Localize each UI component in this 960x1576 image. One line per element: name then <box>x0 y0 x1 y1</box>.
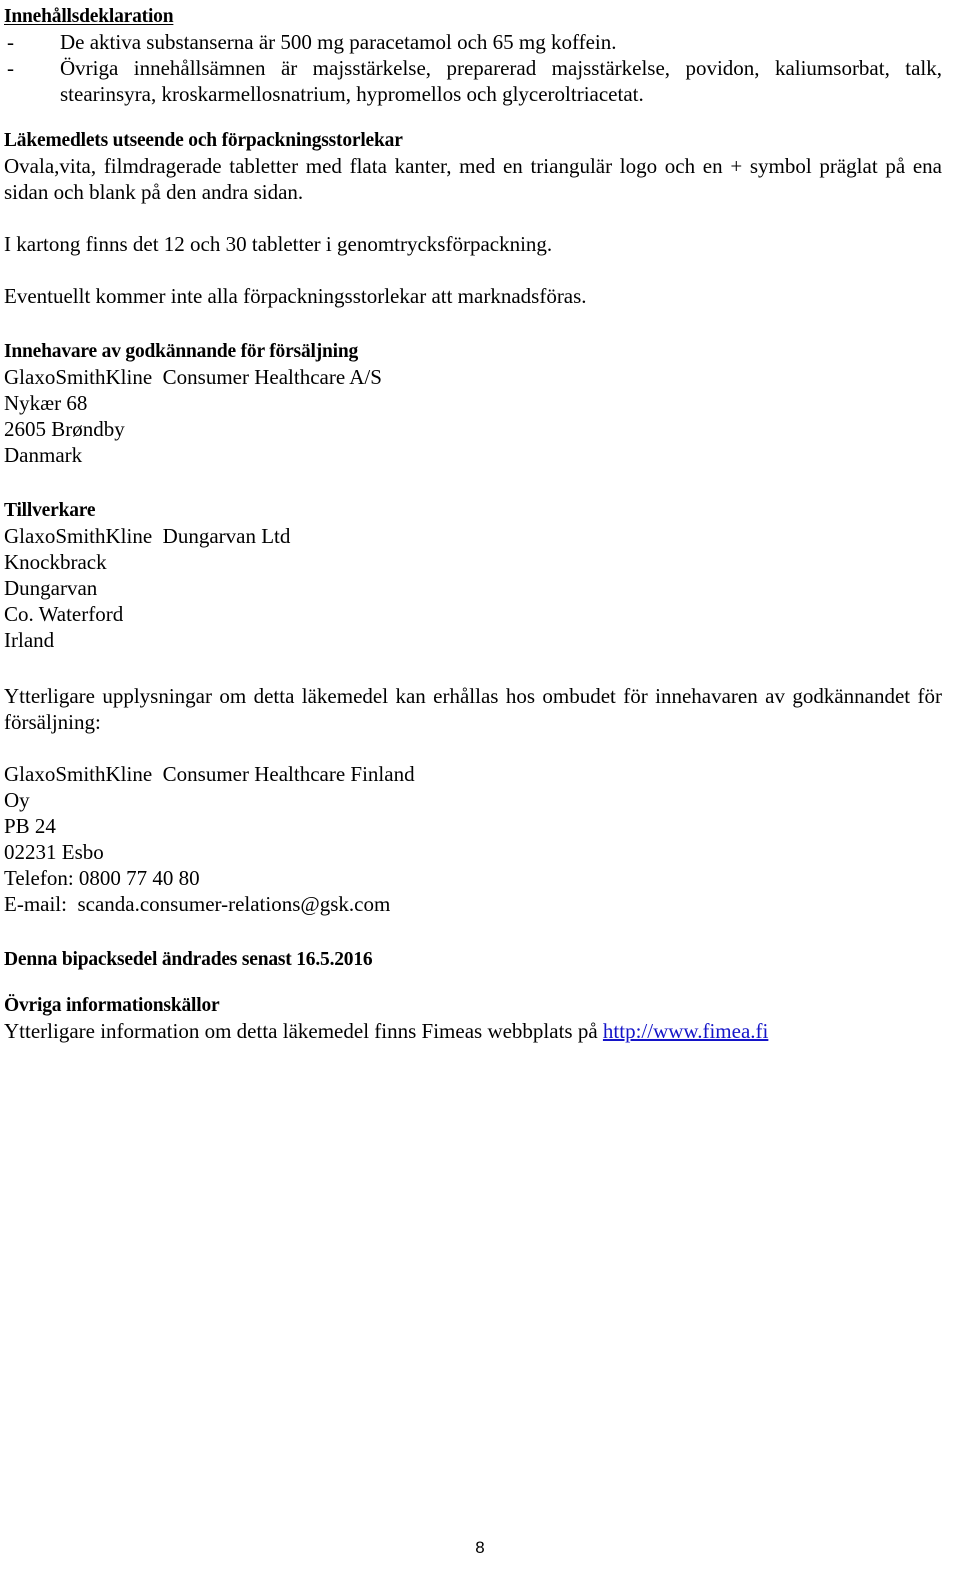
list-item: - Övriga innehållsämnen är majsstärkelse… <box>4 55 942 107</box>
address-line: 02231 Esbo <box>4 840 104 864</box>
address-line: Dungarvan <box>4 576 98 600</box>
heading-ingredients: Innehållsdeklaration <box>4 6 174 27</box>
address-block-mah: GlaxoSmithKline Consumer Healthcare A/S … <box>4 364 942 468</box>
list-item-text: De aktiva substanserna är 500 mg paracet… <box>60 30 617 54</box>
address-block-local-representative: GlaxoSmithKline Consumer Healthcare Finl… <box>4 761 942 917</box>
address-line: Knockbrack <box>4 550 107 574</box>
page-number: 8 <box>475 1538 485 1557</box>
address-line: 2605 Brøndby <box>4 417 125 441</box>
bullet-marker-icon: - <box>7 56 14 80</box>
appearance-paragraph-pack-sizes: I kartong finns det 12 och 30 tabletter … <box>4 232 553 256</box>
address-line: GlaxoSmithKline Consumer Healthcare A/S <box>4 365 382 389</box>
appearance-paragraph-marketing: Eventuellt kommer inte alla förpacknings… <box>4 284 587 308</box>
address-block-manufacturer: GlaxoSmithKline Dungarvan Ltd Knockbrack… <box>4 523 942 653</box>
list-item-text: Övriga innehållsämnen är majsstärkelse, … <box>60 56 942 106</box>
heading-appearance: Läkemedlets utseende och förpackningssto… <box>4 130 403 151</box>
list-item: - De aktiva substanserna är 500 mg parac… <box>4 29 942 55</box>
address-line: GlaxoSmithKline Consumer Healthcare Finl… <box>4 762 415 786</box>
heading-manufacturer: Tillverkare <box>4 500 96 521</box>
heading-marketing-authorisation-holder: Innehavare av godkännande för försäljnin… <box>4 341 359 362</box>
address-line: Irland <box>4 628 55 652</box>
address-line: Nykær 68 <box>4 391 88 415</box>
address-line: PB 24 <box>4 814 56 838</box>
heading-other-sources: Övriga informationskällor <box>4 995 220 1016</box>
address-line: Danmark <box>4 443 83 467</box>
address-line: GlaxoSmithKline Dungarvan Ltd <box>4 524 291 548</box>
other-sources-paragraph: Ytterligare information om detta läkemed… <box>4 1018 942 1044</box>
fimea-website-link[interactable]: http://www.fimea.fi <box>603 1019 768 1043</box>
bullet-marker-icon: - <box>7 30 14 54</box>
local-representative-intro: Ytterligare upplysningar om detta läkeme… <box>4 684 942 734</box>
email-line: E-mail: scanda.consumer-relations@gsk.co… <box>4 892 391 916</box>
phone-line: Telefon: 0800 77 40 80 <box>4 866 200 890</box>
ingredients-list: - De aktiva substanserna är 500 mg parac… <box>4 29 942 107</box>
document-page: Innehållsdeklaration - De aktiva substan… <box>0 0 960 1576</box>
address-line: Co. Waterford <box>4 602 124 626</box>
address-line: Oy <box>4 788 30 812</box>
heading-revision-date: Denna bipacksedel ändrades senast 16.5.2… <box>4 949 373 970</box>
other-sources-text: Ytterligare information om detta läkemed… <box>4 1019 603 1043</box>
appearance-paragraph-description: Ovala,vita, filmdragerade tabletter med … <box>4 154 942 204</box>
